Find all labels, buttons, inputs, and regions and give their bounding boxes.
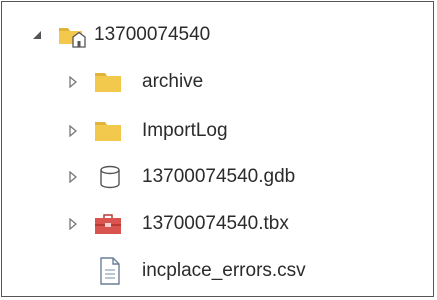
tree-item-label: ImportLog bbox=[142, 120, 228, 141]
tree-item-importlog[interactable]: ImportLog bbox=[2, 114, 433, 148]
tree-item-gdb[interactable]: 13700074540.gdb bbox=[2, 160, 433, 194]
folder-icon bbox=[94, 117, 122, 145]
tree-item-label: incplace_errors.csv bbox=[142, 260, 306, 281]
tree-root-row[interactable]: 13700074540 bbox=[2, 18, 433, 52]
expand-arrow-icon[interactable] bbox=[66, 217, 80, 231]
toolbox-icon bbox=[94, 210, 122, 238]
tree-root-label: 13700074540 bbox=[94, 24, 211, 45]
catalog-tree-panel: 13700074540 archive ImportLog 1370007454… bbox=[1, 1, 434, 297]
geodatabase-icon bbox=[96, 163, 124, 191]
tree-item-archive[interactable]: archive bbox=[2, 65, 433, 99]
home-folder-icon bbox=[58, 21, 86, 49]
collapse-arrow-icon[interactable] bbox=[30, 28, 44, 42]
tree-item-tbx[interactable]: 13700074540.tbx bbox=[2, 207, 433, 241]
csv-file-icon bbox=[96, 257, 124, 285]
tree-item-label: 13700074540.gdb bbox=[142, 166, 296, 187]
expand-arrow-icon[interactable] bbox=[66, 170, 80, 184]
expand-arrow-icon[interactable] bbox=[66, 124, 80, 138]
tree-item-label: archive bbox=[142, 71, 204, 92]
tree-item-label: 13700074540.tbx bbox=[142, 213, 289, 234]
tree-item-csv[interactable]: incplace_errors.csv bbox=[2, 254, 433, 288]
expand-arrow-icon[interactable] bbox=[66, 75, 80, 89]
folder-icon bbox=[94, 68, 122, 96]
